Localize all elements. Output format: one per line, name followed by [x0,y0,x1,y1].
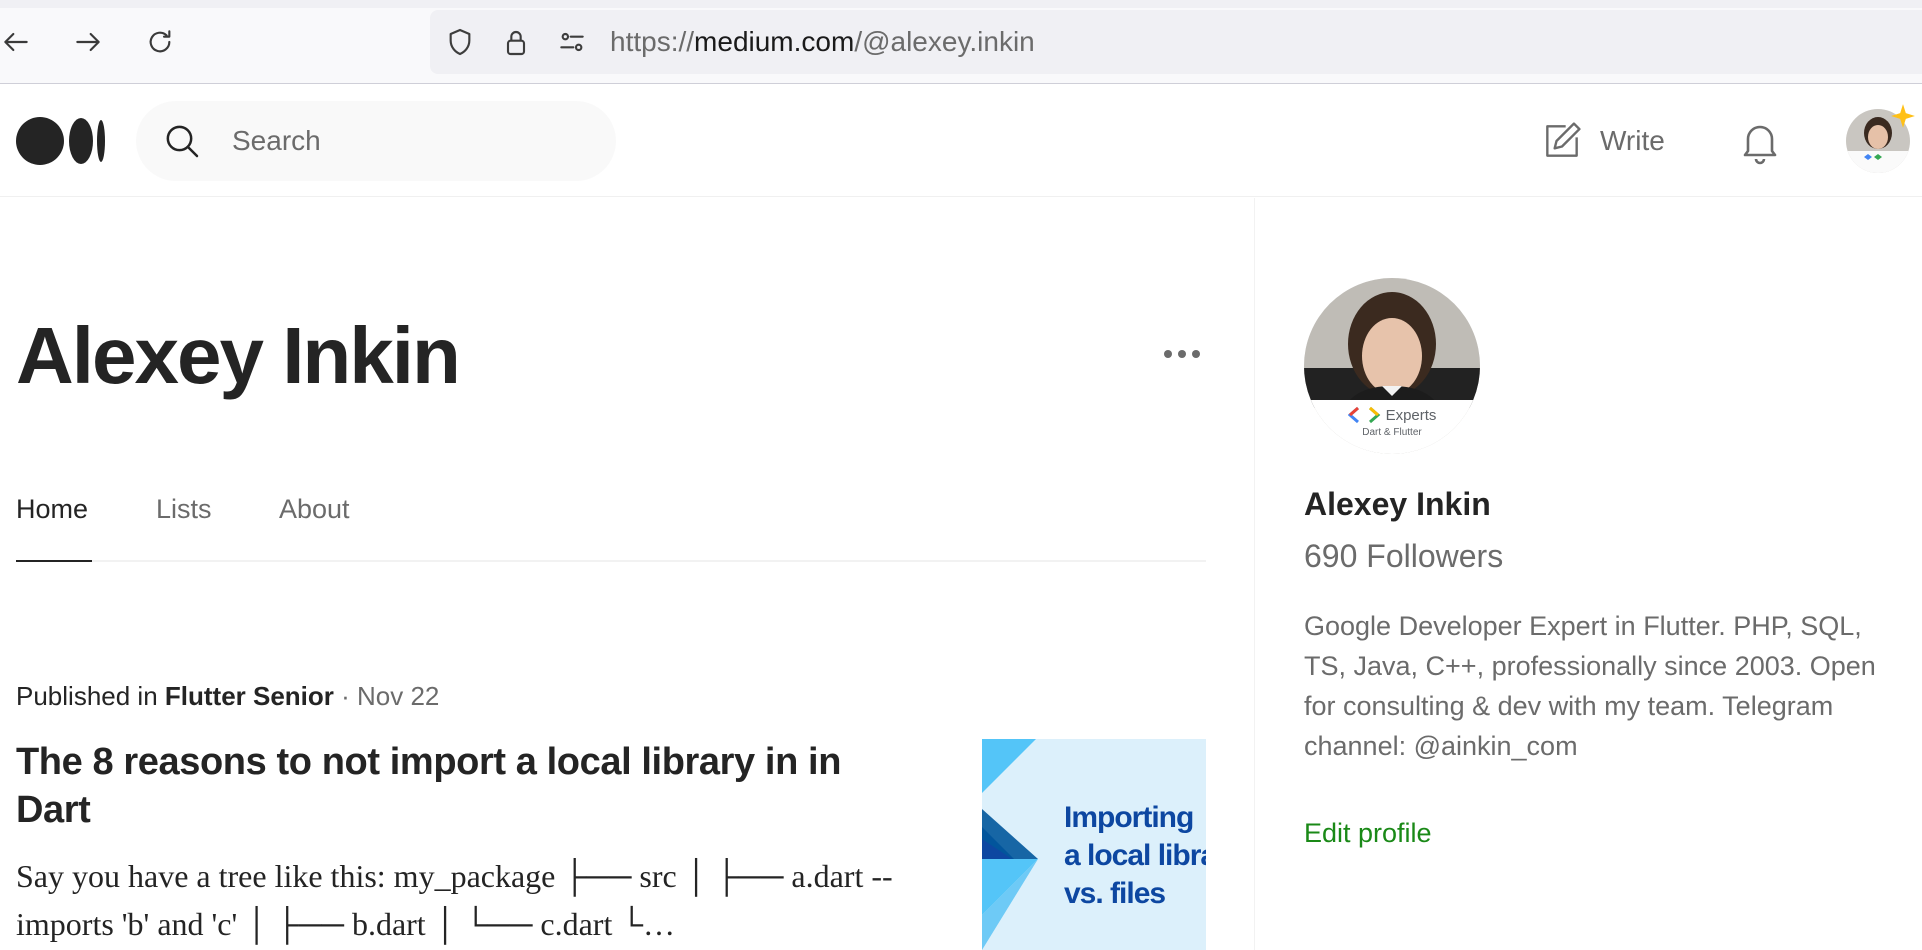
gde-logo-icon [1347,406,1380,424]
write-icon [1546,122,1581,157]
write-label: Write [1600,125,1665,156]
tab-about[interactable]: About [279,494,350,525]
thumbnail-line-3: vs. files [1064,877,1166,910]
url-path: /@alexey.inkin [854,26,1035,57]
profile-tabs: Home Lists About [16,488,1206,562]
more-options-icon[interactable] [1156,338,1208,370]
profile-bio: Google Developer Expert in Flutter. PHP,… [1304,611,1876,761]
reload-icon[interactable] [140,22,180,62]
search-icon [166,125,199,158]
sidebar-divider [1254,198,1255,950]
lock-icon[interactable] [500,26,532,58]
article-title[interactable]: The 8 reasons to not import a local libr… [16,738,896,834]
badge-title: Experts [1385,406,1437,424]
sidebar-name: Alexey Inkin [1304,486,1491,522]
edit-profile-link[interactable]: Edit profile [1304,818,1432,849]
back-arrow-icon[interactable] [0,22,36,62]
profile-avatar[interactable]: Experts Dart & Flutter [1304,278,1480,454]
gde-badge: Experts Dart & Flutter [1304,406,1480,438]
article-date: · Nov 22 [333,681,440,711]
url-host: medium.com [694,26,855,57]
notifications-bell-icon[interactable] [1736,117,1784,165]
url-scheme: https:// [610,26,695,57]
user-avatar[interactable] [1846,104,1915,173]
thumbnail-line-2: a local libra [1064,839,1206,872]
published-line: Published in Flutter Senior · Nov 22 [16,678,439,714]
url-text[interactable]: https://medium.com/@alexey.inkin [610,26,1035,58]
site-header: Search Write [0,85,1922,197]
followers-count[interactable]: 690 Followers [1304,538,1503,575]
member-star-icon [1891,104,1915,128]
forward-arrow-icon[interactable] [68,22,108,62]
write-button[interactable]: Write [1540,117,1665,165]
thumbnail-line-1: Importing [1064,801,1194,834]
tab-strip-edge [0,0,1922,8]
main-column: Alexey Inkin Home Lists About Published … [16,198,1206,950]
browser-toolbar: https://medium.com/@alexey.inkin [0,0,1922,84]
published-prefix: Published in [16,681,165,711]
shield-icon[interactable] [444,26,476,58]
badge-subtitle: Dart & Flutter [1362,427,1422,438]
profile-sidebar: Experts Dart & Flutter Alexey Inkin 690 … [1304,198,1904,950]
article-thumbnail[interactable]: Importing a local libra vs. files [982,739,1206,950]
profile-name-heading: Alexey Inkin [16,311,461,400]
active-tab-indicator [16,560,92,562]
medium-logo-icon[interactable] [16,115,106,167]
site-settings-icon[interactable] [556,26,588,58]
tab-lists[interactable]: Lists [156,494,212,525]
address-bar[interactable]: https://medium.com/@alexey.inkin [430,10,1922,74]
search-box[interactable]: Search [136,101,616,181]
thumbnail-text: Importing a local libra vs. files [1064,799,1206,913]
publication-link[interactable]: Flutter Senior [165,681,334,711]
search-input[interactable]: Search [232,125,321,157]
tab-home[interactable]: Home [16,494,88,525]
article-excerpt[interactable]: Say you have a tree like this: my_packag… [16,852,896,948]
